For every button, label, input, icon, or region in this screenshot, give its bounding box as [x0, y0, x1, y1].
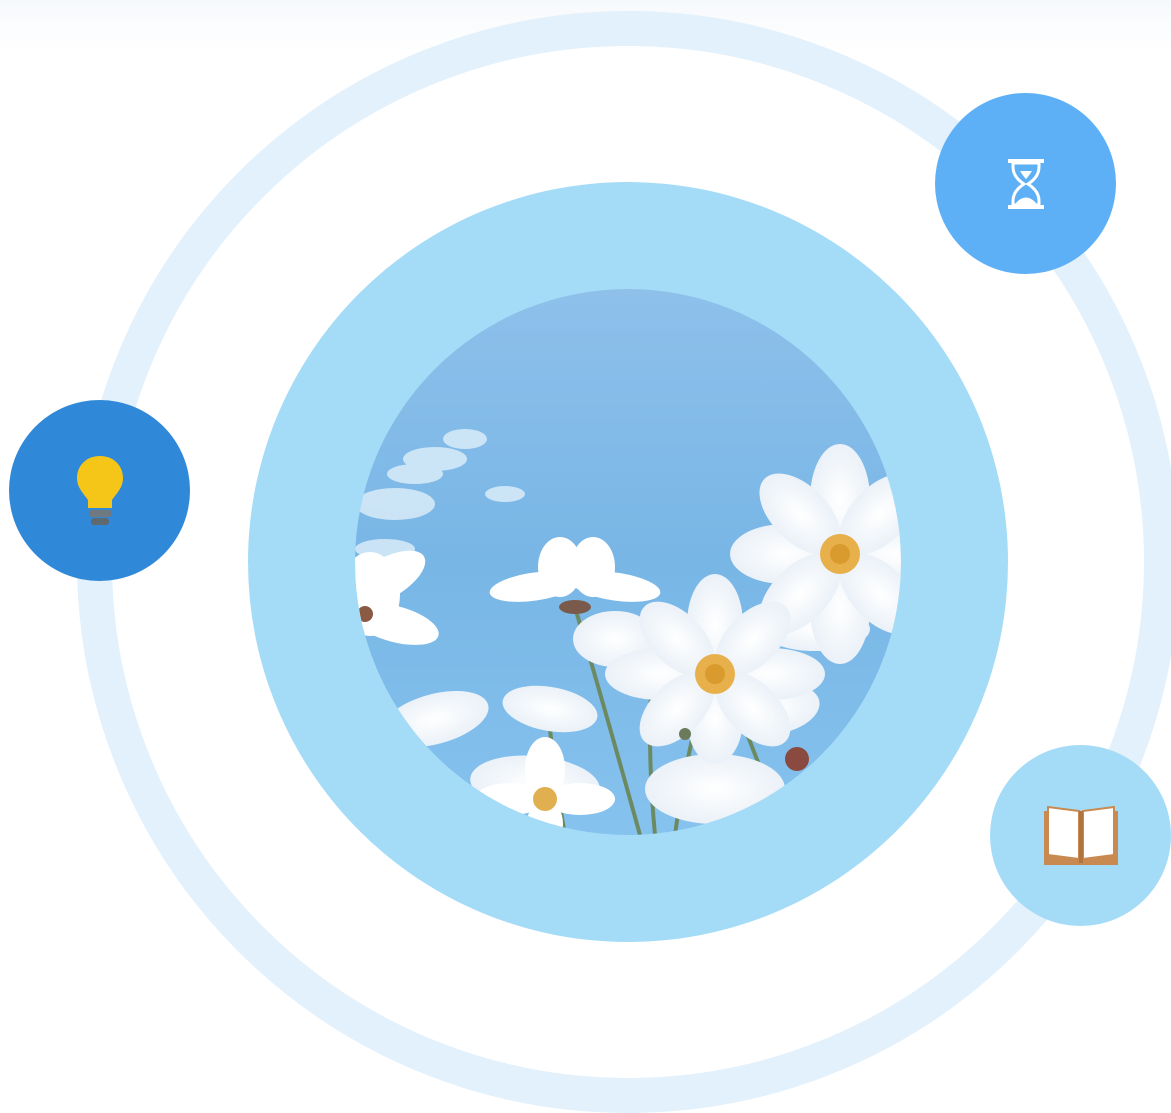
lightbulb-icon	[76, 455, 123, 525]
book-icon	[1043, 805, 1118, 865]
hourglass-icon	[1007, 158, 1044, 209]
flower-photo-illustration	[355, 289, 901, 835]
book-bubble[interactable]	[990, 745, 1171, 926]
hourglass-bubble[interactable]	[935, 93, 1116, 274]
flower-photo	[355, 289, 901, 835]
lightbulb-bubble[interactable]	[9, 400, 190, 581]
diagram-canvas	[0, 0, 1171, 1113]
